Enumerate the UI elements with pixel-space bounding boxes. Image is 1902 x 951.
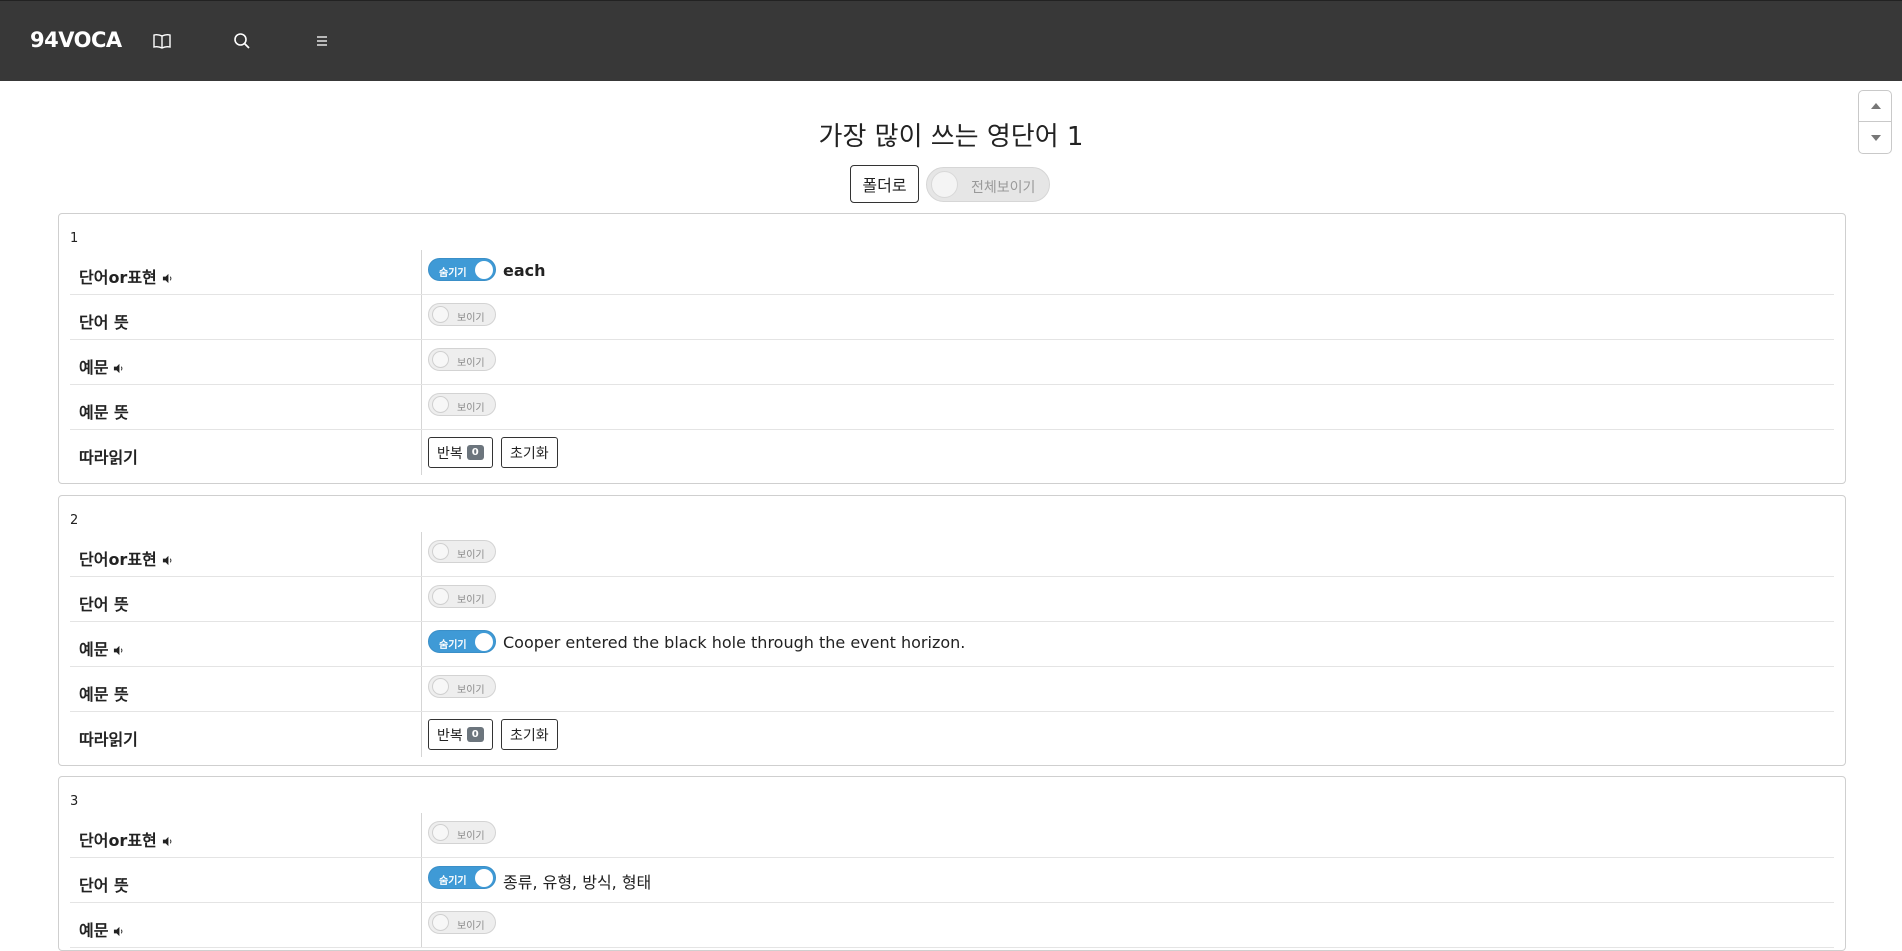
row-label: 예문 <box>79 354 124 378</box>
show-toggle[interactable]: 보이기 <box>428 348 496 371</box>
hide-toggle[interactable]: 숨기기 <box>428 630 496 653</box>
show-toggle[interactable]: 보이기 <box>428 821 496 844</box>
repeat-count-badge: 0 <box>466 727 484 742</box>
word-card-1: 1 단어or표현 숨기기 each 단어 뜻 보이기 예문 보이기 예문 뜻 보… <box>58 213 1846 484</box>
row-label: 단어 뜻 <box>79 876 129 895</box>
speaker-icon[interactable] <box>162 273 173 284</box>
hide-toggle[interactable]: 숨기기 <box>428 866 496 889</box>
row-label: 단어or표현 <box>79 264 173 288</box>
show-toggle[interactable]: 보이기 <box>428 585 496 608</box>
row-follow-read: 따라읽기 반복 0 초기화 <box>70 430 1834 475</box>
show-all-label: 전체보이기 <box>971 180 1036 196</box>
speaker-icon[interactable] <box>113 363 124 374</box>
card-number: 2 <box>70 513 79 528</box>
row-word: 단어or표현 보이기 <box>70 532 1834 577</box>
show-toggle[interactable]: 보이기 <box>428 675 496 698</box>
toggle-knob <box>931 171 958 198</box>
top-navbar: 94VOCA <box>0 0 1902 81</box>
folder-button[interactable]: 폴더로 <box>850 165 919 203</box>
brand-logo[interactable]: 94VOCA <box>30 28 122 52</box>
row-example-meaning: 예문 뜻 보이기 <box>70 385 1834 430</box>
row-word-meaning: 단어 뜻 보이기 <box>70 295 1834 340</box>
row-follow-read: 따라읽기 반복 0 초기화 <box>70 712 1834 757</box>
row-label: 예문 <box>79 917 124 941</box>
show-toggle[interactable]: 보이기 <box>428 911 496 934</box>
page-title: 가장 많이 쓰는 영단어 1 <box>818 122 1084 152</box>
search-icon[interactable] <box>232 31 252 51</box>
row-example-meaning: 예문 뜻 보이기 <box>70 667 1834 712</box>
speaker-icon[interactable] <box>113 645 124 656</box>
speaker-icon[interactable] <box>162 836 173 847</box>
show-toggle[interactable]: 보이기 <box>428 393 496 416</box>
menu-icon[interactable] <box>312 31 332 51</box>
reset-button[interactable]: 초기화 <box>501 437 558 468</box>
row-label: 예문 <box>79 636 124 660</box>
row-word-meaning: 단어 뜻 보이기 <box>70 577 1834 622</box>
show-all-toggle[interactable]: 전체보이기 <box>926 167 1050 202</box>
word-card-3: 3 단어or표현 보이기 단어 뜻 숨기기 종류, 유형, 방식, 형태 예문 … <box>58 776 1846 951</box>
row-word-meaning: 단어 뜻 숨기기 종류, 유형, 방식, 형태 <box>70 858 1834 903</box>
row-label: 따라읽기 <box>79 448 138 467</box>
example-text: Cooper entered the black hole through th… <box>503 633 966 652</box>
word-meaning-text: 종류, 유형, 방식, 형태 <box>503 873 652 892</box>
row-label: 따라읽기 <box>79 730 138 749</box>
row-word: 단어or표현 보이기 <box>70 813 1834 858</box>
row-label: 단어or표현 <box>79 546 173 570</box>
row-label: 단어 뜻 <box>79 313 129 332</box>
row-example: 예문 보이기 <box>70 340 1834 385</box>
row-label: 단어 뜻 <box>79 595 129 614</box>
speaker-icon[interactable] <box>113 926 124 937</box>
card-number: 3 <box>70 794 79 809</box>
row-label: 단어or표현 <box>79 827 173 851</box>
word-card-2: 2 단어or표현 보이기 단어 뜻 보이기 예문 숨기기 Cooper ente… <box>58 495 1846 766</box>
repeat-count-badge: 0 <box>466 445 484 460</box>
card-number: 1 <box>70 231 79 246</box>
row-example: 예문 보이기 <box>70 903 1834 948</box>
show-toggle[interactable]: 보이기 <box>428 303 496 326</box>
reset-button[interactable]: 초기화 <box>501 719 558 750</box>
row-example: 예문 숨기기 Cooper entered the black hole thr… <box>70 622 1834 667</box>
word-text: each <box>503 261 546 280</box>
book-icon[interactable] <box>152 31 172 51</box>
caret-up-icon <box>1871 103 1881 109</box>
speaker-icon[interactable] <box>162 555 173 566</box>
show-toggle[interactable]: 보이기 <box>428 540 496 563</box>
row-word: 단어or표현 숨기기 each <box>70 250 1834 295</box>
hide-toggle[interactable]: 숨기기 <box>428 258 496 281</box>
row-label: 예문 뜻 <box>79 685 129 704</box>
repeat-button[interactable]: 반복 0 <box>428 437 493 468</box>
repeat-button[interactable]: 반복 0 <box>428 719 493 750</box>
row-label: 예문 뜻 <box>79 403 129 422</box>
